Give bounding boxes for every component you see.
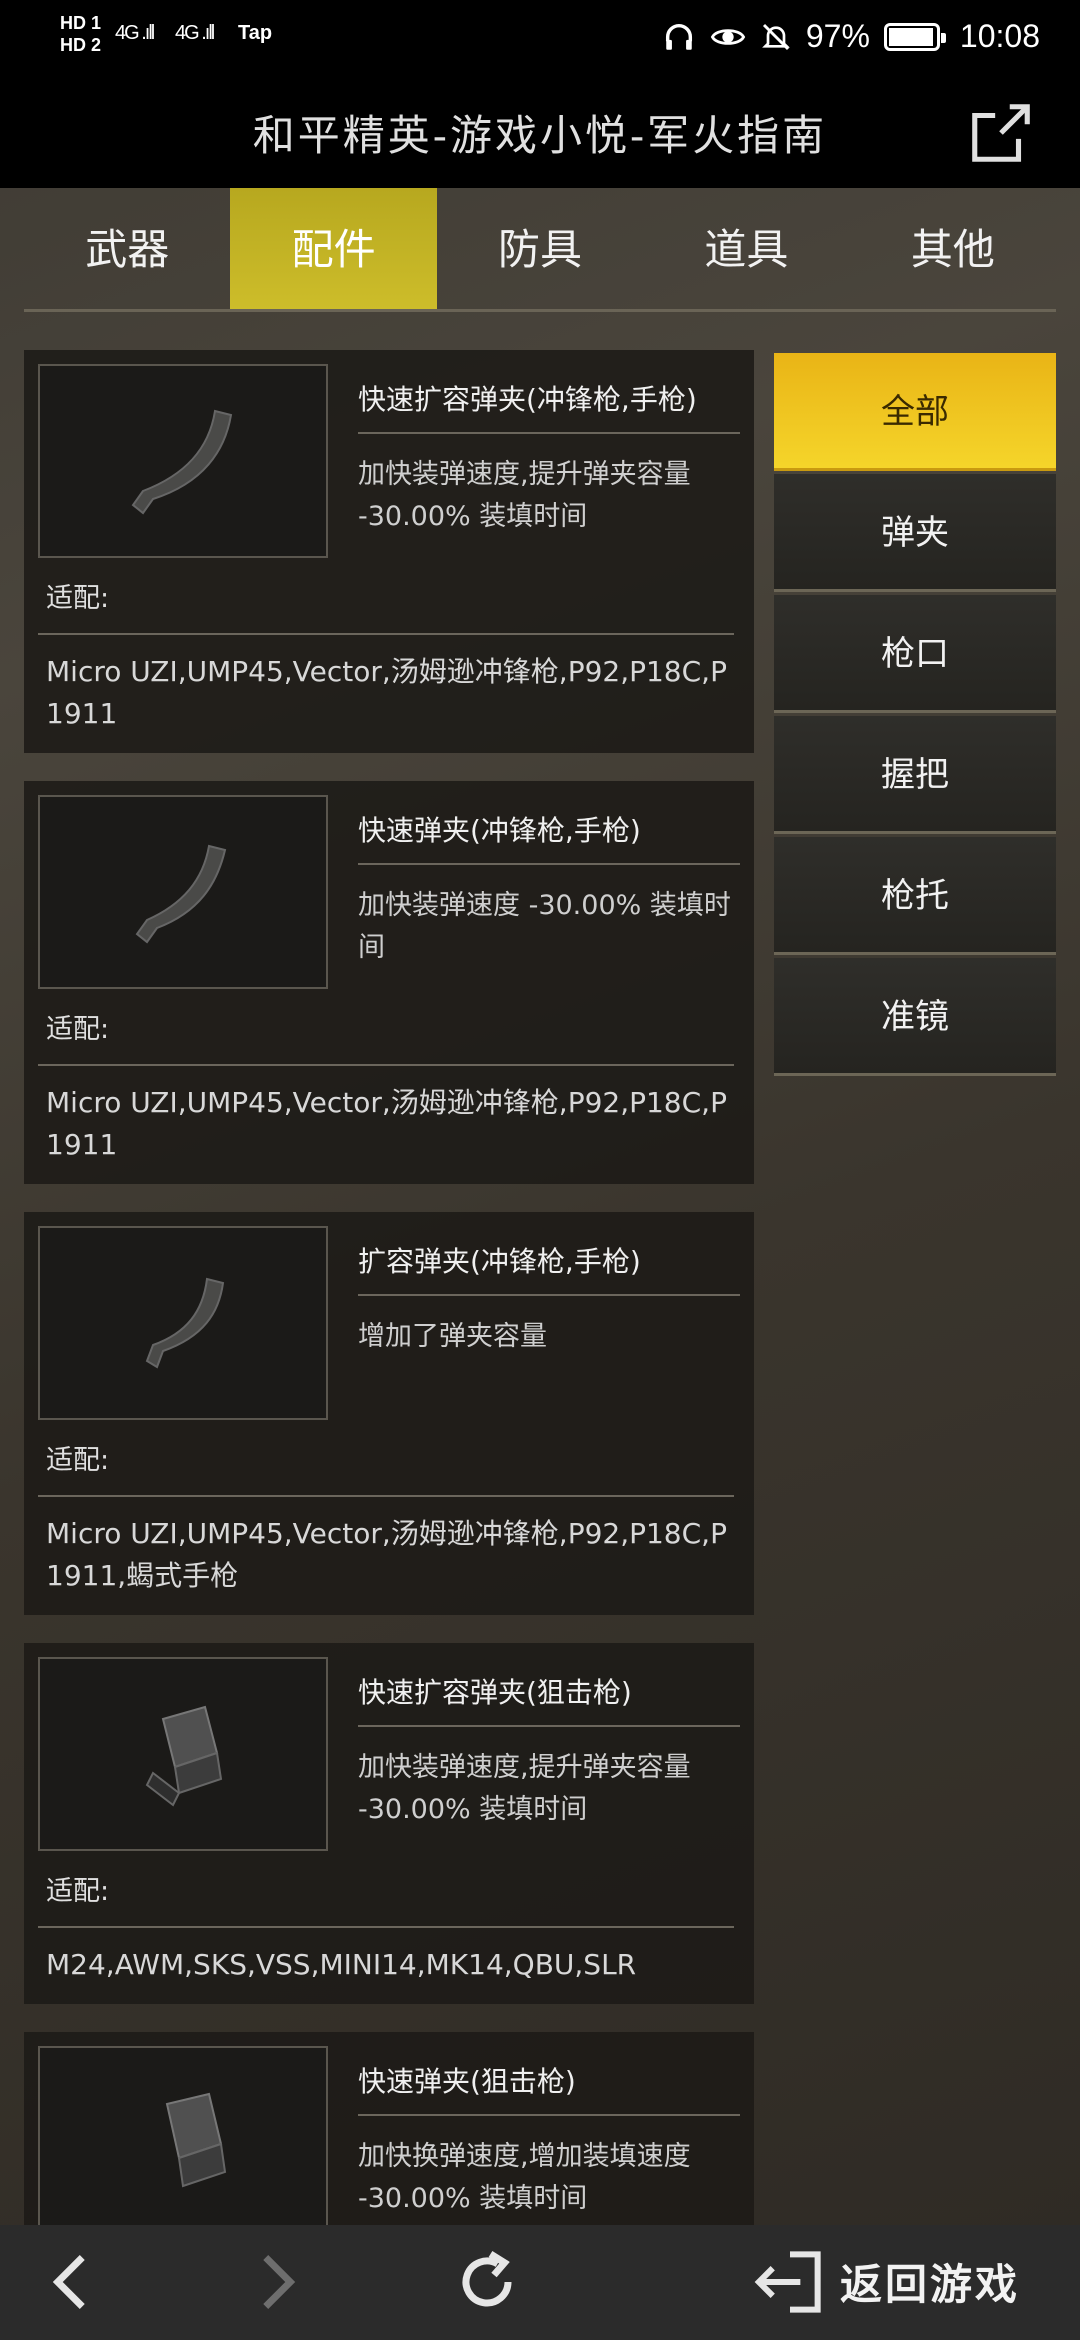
fit-label: 适配:	[38, 576, 734, 635]
fit-label: 适配:	[38, 1438, 734, 1497]
list-item[interactable]: 快速扩容弹夹(狙击枪) 加快装弹速度,提升弹夹容量 -30.00% 装填时间 适…	[24, 1643, 754, 2004]
list-item[interactable]: 快速扩容弹夹(冲锋枪,手枪) 加快装弹速度,提升弹夹容量 -30.00% 装填时…	[24, 350, 754, 753]
filter-grip[interactable]: 握把	[774, 716, 1056, 834]
fit-weapons: Micro UZI,UMP45,Vector,汤姆逊冲锋枪,P92,P18C,P…	[46, 1517, 727, 1592]
refresh-icon[interactable]	[452, 2247, 522, 2317]
subcategory-filters: 全部 弹夹 枪口 握把 枪托 准镜	[774, 353, 1056, 1079]
eye-icon	[710, 28, 746, 45]
item-name: 快速弹夹(狙击枪)	[358, 2060, 740, 2116]
page-title: 和平精英-游戏小悦-军火指南	[252, 111, 828, 160]
filter-scope[interactable]: 准镜	[774, 958, 1056, 1076]
box-magazine-icon	[38, 1657, 328, 1851]
fit-weapons: M24,AWM,SKS,VSS,MINI14,MK14,QBU,SLR	[46, 1948, 637, 1981]
curved-magazine-icon	[38, 795, 328, 989]
signal-2-icon: 4G .ıll	[175, 22, 215, 44]
category-tabs: 武器 配件 防具 道具 其他	[24, 188, 1056, 312]
share-icon[interactable]	[966, 98, 1036, 168]
item-desc: 加快装弹速度 -30.00% 装填时间	[358, 890, 731, 963]
filter-magazine[interactable]: 弹夹	[774, 474, 1056, 592]
curved-magazine-icon	[38, 364, 328, 558]
tab-other[interactable]: 其他	[850, 188, 1056, 309]
attachment-list[interactable]: 快速扩容弹夹(冲锋枪,手枪) 加快装弹速度,提升弹夹容量 -30.00% 装填时…	[24, 350, 754, 2225]
list-item[interactable]: 快速弹夹(狙击枪) 加快换弹速度,增加装填速度 -30.00% 装填时间	[24, 2032, 754, 2225]
item-name: 快速扩容弹夹(冲锋枪,手枪)	[358, 378, 740, 434]
fit-weapons: Micro UZI,UMP45,Vector,汤姆逊冲锋枪,P92,P18C,P…	[46, 655, 727, 730]
fit-label: 适配:	[38, 1869, 734, 1928]
return-game-icon[interactable]	[752, 2247, 828, 2317]
status-bar: HD 1 HD 2 4G .ıll 4G .ıll Tap 97% 10:08	[0, 0, 1080, 80]
item-name: 快速弹夹(冲锋枪,手枪)	[358, 809, 740, 865]
bell-off-icon	[761, 23, 790, 50]
curved-magazine-icon	[38, 1226, 328, 1420]
battery-percent: 97%	[805, 18, 870, 54]
chevron-right-icon[interactable]	[248, 2247, 308, 2317]
filter-stock[interactable]: 枪托	[774, 837, 1056, 955]
filter-muzzle[interactable]: 枪口	[774, 595, 1056, 713]
tap-label: Tap	[238, 22, 273, 44]
headphones-icon	[665, 23, 692, 50]
item-desc: 加快换弹速度,增加装填速度 -30.00% 装填时间	[358, 2141, 691, 2214]
hd2-label: HD 2	[60, 35, 102, 55]
item-name: 快速扩容弹夹(狙击枪)	[358, 1671, 740, 1727]
title-bar: 和平精英-游戏小悦-军火指南	[0, 80, 1080, 188]
item-desc: 加快装弹速度,提升弹夹容量 -30.00% 装填时间	[358, 459, 691, 532]
box-magazine-icon	[38, 2046, 328, 2225]
return-game-button[interactable]: 返回游戏	[840, 2251, 1020, 2312]
bottom-nav: 返回游戏	[0, 2225, 1080, 2340]
list-item[interactable]: 扩容弹夹(冲锋枪,手枪) 增加了弹夹容量 适配: Micro UZI,UMP45…	[24, 1212, 754, 1615]
fit-weapons: Micro UZI,UMP45,Vector,汤姆逊冲锋枪,P92,P18C,P…	[46, 1086, 727, 1161]
filter-all[interactable]: 全部	[774, 353, 1056, 471]
list-item[interactable]: 快速弹夹(冲锋枪,手枪) 加快装弹速度 -30.00% 装填时间 适配: Mic…	[24, 781, 754, 1184]
signal-1-icon: 4G .ıll	[115, 22, 155, 44]
item-desc: 加快装弹速度,提升弹夹容量 -30.00% 装填时间	[358, 1752, 691, 1825]
tab-attachments[interactable]: 配件	[230, 188, 437, 309]
hd1-label: HD 1	[60, 13, 102, 33]
chevron-left-icon[interactable]	[40, 2247, 100, 2317]
tab-items[interactable]: 道具	[643, 188, 849, 309]
clock: 10:08	[959, 18, 1040, 54]
battery-icon	[883, 22, 946, 51]
hd-indicators: HD 1 HD 2	[60, 12, 101, 56]
item-desc: 增加了弹夹容量	[358, 1321, 547, 1352]
item-name: 扩容弹夹(冲锋枪,手枪)	[358, 1240, 740, 1296]
tab-armor[interactable]: 防具	[437, 188, 643, 309]
fit-label: 适配:	[38, 1007, 734, 1066]
tab-weapons[interactable]: 武器	[24, 188, 230, 309]
